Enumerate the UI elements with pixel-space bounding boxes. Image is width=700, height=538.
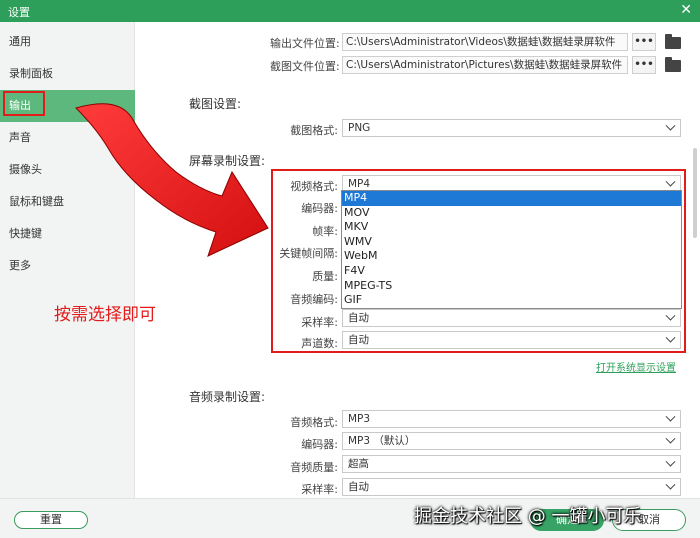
sidebar-item-camera[interactable]: 摄像头 [0,154,135,186]
close-icon[interactable]: ✕ [680,2,692,18]
chevron-down-icon [665,456,676,467]
recording-settings-highlight-box [271,169,686,353]
audio-samplerate-label: 采样率: [301,483,338,496]
screenshot-path-browse-button[interactable]: ••• [632,56,656,74]
sidebar-item-more[interactable]: 更多 [0,250,135,282]
chevron-down-icon [665,479,676,490]
audio-quality-select[interactable]: 超高 [342,455,681,473]
output-highlight-box [3,91,45,116]
window-title: 设置 [8,6,30,19]
audio-encoder-select[interactable]: MP3 （默认） [342,432,681,450]
audio-samplerate-value: 自动 [348,481,369,493]
chevron-down-icon [665,433,676,444]
watermark-text: 掘金技术社区 @ 一罐小可乐 [414,506,642,527]
content-scrollbar[interactable] [693,148,697,238]
audio-format-label: 音频格式: [290,416,338,429]
screenshot-folder-icon[interactable] [665,57,681,72]
footer-bar: 重置 确定 取消 掘金技术社区 @ 一罐小可乐 [0,498,700,538]
screenshot-path-label: 截图文件位置: [270,60,340,73]
open-display-settings-link[interactable]: 打开系统显示设置 [596,359,676,374]
chevron-down-icon [665,411,676,422]
annotation-text: 按需选择即可 [54,305,156,325]
settings-content: 输出文件位置: C:\Users\Administrator\Videos\数据… [136,22,700,498]
sidebar-item-general[interactable]: 通用 [0,26,135,58]
audio-quality-label: 音频质量: [290,461,338,474]
audio-samplerate-select[interactable]: 自动 [342,478,681,496]
title-bar: 设置 ✕ [0,0,700,22]
screenshot-path-field[interactable]: C:\Users\Administrator\Pictures\数据蛙\数据蛙录… [342,56,628,74]
video-folder-icon[interactable] [665,34,681,49]
sidebar-item-record-panel[interactable]: 录制面板 [0,58,135,90]
screenshot-section-title: 截图设置: [189,97,242,111]
audio-quality-value: 超高 [348,458,369,470]
audio-encoder-value: MP3 （默认） [348,435,416,447]
audio-encoder-label: 编码器: [301,438,338,451]
recording-section-title: 屏幕录制设置: [189,154,266,168]
screenshot-format-value: PNG [348,122,371,134]
video-path-label: 输出文件位置: [270,37,340,50]
video-path-field[interactable]: C:\Users\Administrator\Videos\数据蛙\数据蛙录屏软… [342,33,628,51]
video-path-browse-button[interactable]: ••• [632,33,656,51]
sidebar-item-mouse-keyboard[interactable]: 鼠标和键盘 [0,186,135,218]
reset-button[interactable]: 重置 [14,511,88,529]
sidebar-item-hotkeys[interactable]: 快捷键 [0,218,135,250]
sidebar-item-sound[interactable]: 声音 [0,122,135,154]
screenshot-format-label: 截图格式: [290,124,338,137]
audio-format-select[interactable]: MP3 [342,410,681,428]
audio-section-title: 音频录制设置: [189,390,266,404]
screenshot-format-select[interactable]: PNG [342,119,681,137]
chevron-down-icon [665,120,676,131]
audio-format-value: MP3 [348,413,371,425]
